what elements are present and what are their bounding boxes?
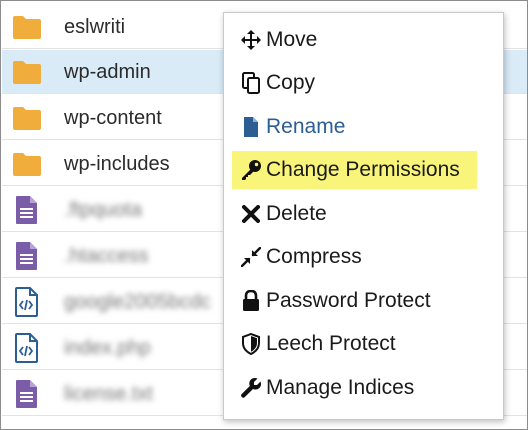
text-file-icon [12,242,40,270]
file-name: .ftpquota [64,199,142,221]
lock-icon [240,290,262,312]
file-name: index.php [64,337,151,359]
menu-item-label: Password Protect [266,289,431,312]
compress-icon [240,246,262,268]
folder-icon [12,59,41,85]
wrench-icon [240,377,262,399]
code-file-icon [12,333,40,363]
x-icon [240,203,262,225]
menu-item-label: Move [266,28,318,51]
key-icon [240,159,262,181]
file-name: wp-admin [64,61,151,83]
menu-item-delete[interactable]: Delete [232,195,496,233]
code-file-icon [12,287,40,317]
menu-item-label: Leech Protect [266,332,396,355]
menu-item-label: Delete [266,202,327,225]
menu-item-label: Rename [266,115,346,138]
move-icon [240,29,262,51]
menu-item-change-permissions[interactable]: Change Permissions [232,151,477,189]
file-name: wp-content [64,107,162,129]
menu-item-compress[interactable]: Compress [232,238,496,276]
menu-item-label: Copy [266,71,316,94]
menu-item-label: Manage Indices [266,376,415,399]
file-name: .htaccess [64,245,149,267]
text-file-icon [12,196,40,224]
file-name: wp-includes [64,153,170,175]
file-name: eslwriti [64,16,126,38]
folder-icon [12,105,41,131]
text-file-icon [12,380,40,408]
file-name: google2005bcdc [64,291,211,313]
menu-item-move[interactable]: Move [232,21,496,59]
file-icon [240,116,262,138]
file-manager-window: eslwriti wp-admin wp-content wp-includes [0,0,528,430]
folder-icon [12,14,41,40]
file-name: license.txt [64,383,153,405]
menu-item-manage-indices[interactable]: Manage Indices [232,369,496,407]
folder-icon [12,151,41,177]
context-menu: Move Copy Rename Change Permissions Dele [223,12,504,420]
menu-item-password-protect[interactable]: Password Protect [232,282,496,320]
copy-icon [240,72,262,94]
menu-item-label: Change Permissions [266,158,460,181]
menu-item-label: Compress [266,245,362,268]
menu-item-rename[interactable]: Rename [232,108,496,146]
menu-item-copy[interactable]: Copy [232,64,496,102]
shield-icon [240,333,262,355]
menu-item-leech-protect[interactable]: Leech Protect [232,325,496,363]
